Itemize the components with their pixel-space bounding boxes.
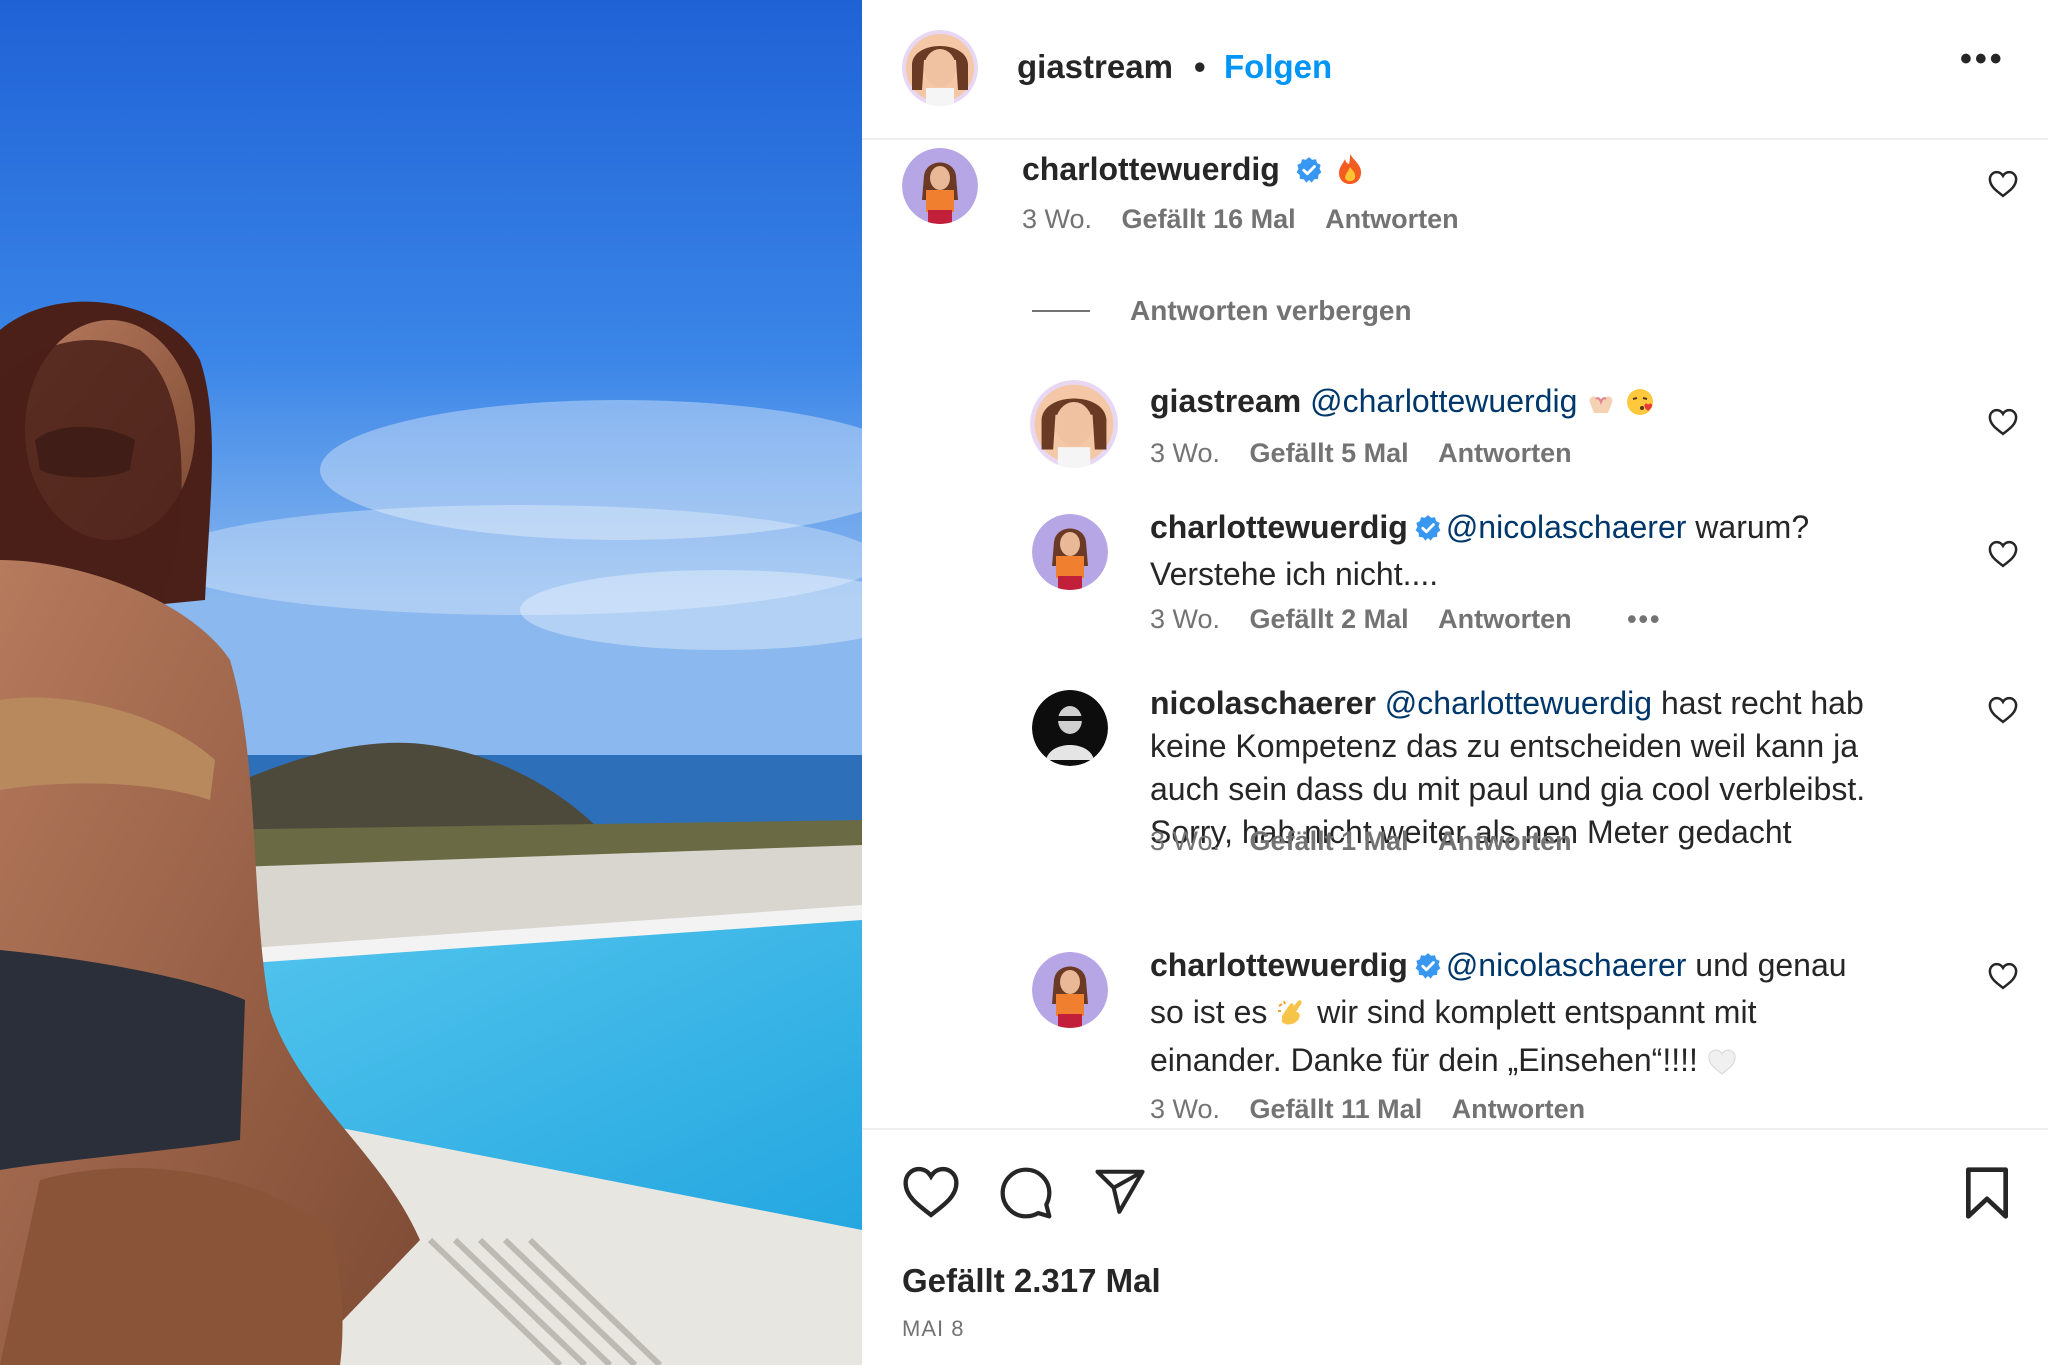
comment-like-heart-icon[interactable] xyxy=(1988,170,2018,203)
comment-mention[interactable]: @charlottewuerdig xyxy=(1310,383,1577,419)
separator-dot: • xyxy=(1194,48,1206,85)
comment-more-button[interactable]: ••• xyxy=(1627,604,1661,634)
bookmark-icon[interactable] xyxy=(1962,1165,2012,1226)
share-icon[interactable] xyxy=(1092,1165,1148,1224)
follow-button[interactable]: Folgen xyxy=(1224,48,1332,86)
comment-like-count[interactable]: Gefällt 16 Mal xyxy=(1122,204,1296,234)
reply-button[interactable]: Antworten xyxy=(1325,204,1458,234)
comment-mention[interactable]: @nicolaschaerer xyxy=(1446,509,1687,545)
comment-mention[interactable]: @nicolaschaerer xyxy=(1446,947,1687,983)
comment-text: wir sind komplett entspannt mit xyxy=(1308,994,1757,1030)
comment-time: 3 Wo. xyxy=(1150,1094,1221,1124)
comment-like-heart-icon[interactable] xyxy=(1988,962,2018,995)
verified-badge-icon xyxy=(1295,152,1323,195)
owner-avatar[interactable] xyxy=(902,30,978,106)
comment-text: auch sein dass du mit paul und gia cool … xyxy=(1150,771,1866,807)
white-heart-emoji-icon xyxy=(1707,1044,1737,1087)
reply-button[interactable]: Antworten xyxy=(1438,438,1571,468)
hide-replies-line xyxy=(1032,310,1090,312)
reply-button[interactable]: Antworten xyxy=(1438,604,1571,634)
comment-username[interactable]: nicolaschaerer xyxy=(1150,685,1376,721)
comment-text: keine Kompetenz das zu entscheiden weil … xyxy=(1150,728,1858,764)
comment-like-heart-icon[interactable] xyxy=(1988,540,2018,573)
comment-text: und genau xyxy=(1686,947,1847,983)
post-actions-footer: Gefällt 2.317 Mal MAI 8 xyxy=(862,1128,2048,1365)
clapping-hands-emoji-icon xyxy=(1276,996,1308,1039)
post-side-panel: giastream • Folgen ••• charlottewuerdig … xyxy=(862,0,2048,1365)
comment-username[interactable]: giastream xyxy=(1150,383,1301,419)
kiss-face-emoji-icon xyxy=(1625,385,1655,428)
verified-badge-icon xyxy=(1414,510,1442,553)
fire-emoji-icon xyxy=(1336,153,1364,196)
post-photo[interactable] xyxy=(0,0,862,1365)
commenter-avatar[interactable] xyxy=(1032,952,1108,1028)
like-heart-icon[interactable] xyxy=(902,1165,960,1224)
comment-text: einander. Danke für dein „Einsehen“!!!! xyxy=(1150,1042,1707,1078)
post-date: MAI 8 xyxy=(902,1316,965,1341)
verified-badge-icon xyxy=(1414,948,1442,991)
commenter-avatar[interactable] xyxy=(1030,380,1118,468)
comment-list[interactable]: charlottewuerdig 3 Wo. Gefällt 16 Mal An… xyxy=(862,140,2048,1130)
heart-hands-emoji-icon xyxy=(1586,385,1616,428)
comment-like-count[interactable]: Gefällt 5 Mal xyxy=(1250,438,1409,468)
comment-username[interactable]: charlottewuerdig xyxy=(1150,947,1408,983)
reply-button[interactable]: Antworten xyxy=(1452,1094,1585,1124)
reply-button[interactable]: Antworten xyxy=(1438,826,1571,856)
hide-replies-button[interactable]: Antworten verbergen xyxy=(1032,295,1412,327)
comment-text: warum? xyxy=(1686,509,1810,545)
owner-username[interactable]: giastream xyxy=(1017,48,1173,86)
comment-like-count[interactable]: Gefällt 1 Mal xyxy=(1250,826,1409,856)
comment-time: 3 Wo. xyxy=(1150,826,1221,856)
more-options-button[interactable]: ••• xyxy=(1960,40,2005,79)
comment-like-heart-icon[interactable] xyxy=(1988,408,2018,441)
comment-mention[interactable]: @charlottewuerdig xyxy=(1385,685,1652,721)
comment-like-heart-icon[interactable] xyxy=(1988,696,2018,729)
commenter-avatar[interactable] xyxy=(1032,514,1108,590)
comment-like-count[interactable]: Gefällt 2 Mal xyxy=(1250,604,1409,634)
comment-text: Verstehe ich nicht.... xyxy=(1150,556,1439,592)
instagram-post-view: giastream • Folgen ••• charlottewuerdig … xyxy=(0,0,2048,1365)
comment-time: 3 Wo. xyxy=(1150,604,1221,634)
commenter-avatar[interactable] xyxy=(1032,690,1108,766)
comment-text: so ist es xyxy=(1150,994,1277,1030)
commenter-avatar[interactable] xyxy=(902,148,978,224)
comment-username[interactable]: charlottewuerdig xyxy=(1022,151,1280,187)
comment-time: 3 Wo. xyxy=(1022,204,1093,234)
comment-username[interactable]: charlottewuerdig xyxy=(1150,509,1408,545)
hide-replies-label: Antworten verbergen xyxy=(1130,295,1412,326)
post-header: giastream • Folgen ••• xyxy=(862,0,2048,140)
comment-text: hast recht hab xyxy=(1652,685,1864,721)
post-like-count[interactable]: Gefällt 2.317 Mal xyxy=(902,1262,1161,1300)
comment-like-count[interactable]: Gefällt 11 Mal xyxy=(1250,1094,1423,1124)
comment-icon[interactable] xyxy=(998,1165,1054,1226)
comment-time: 3 Wo. xyxy=(1150,438,1221,468)
